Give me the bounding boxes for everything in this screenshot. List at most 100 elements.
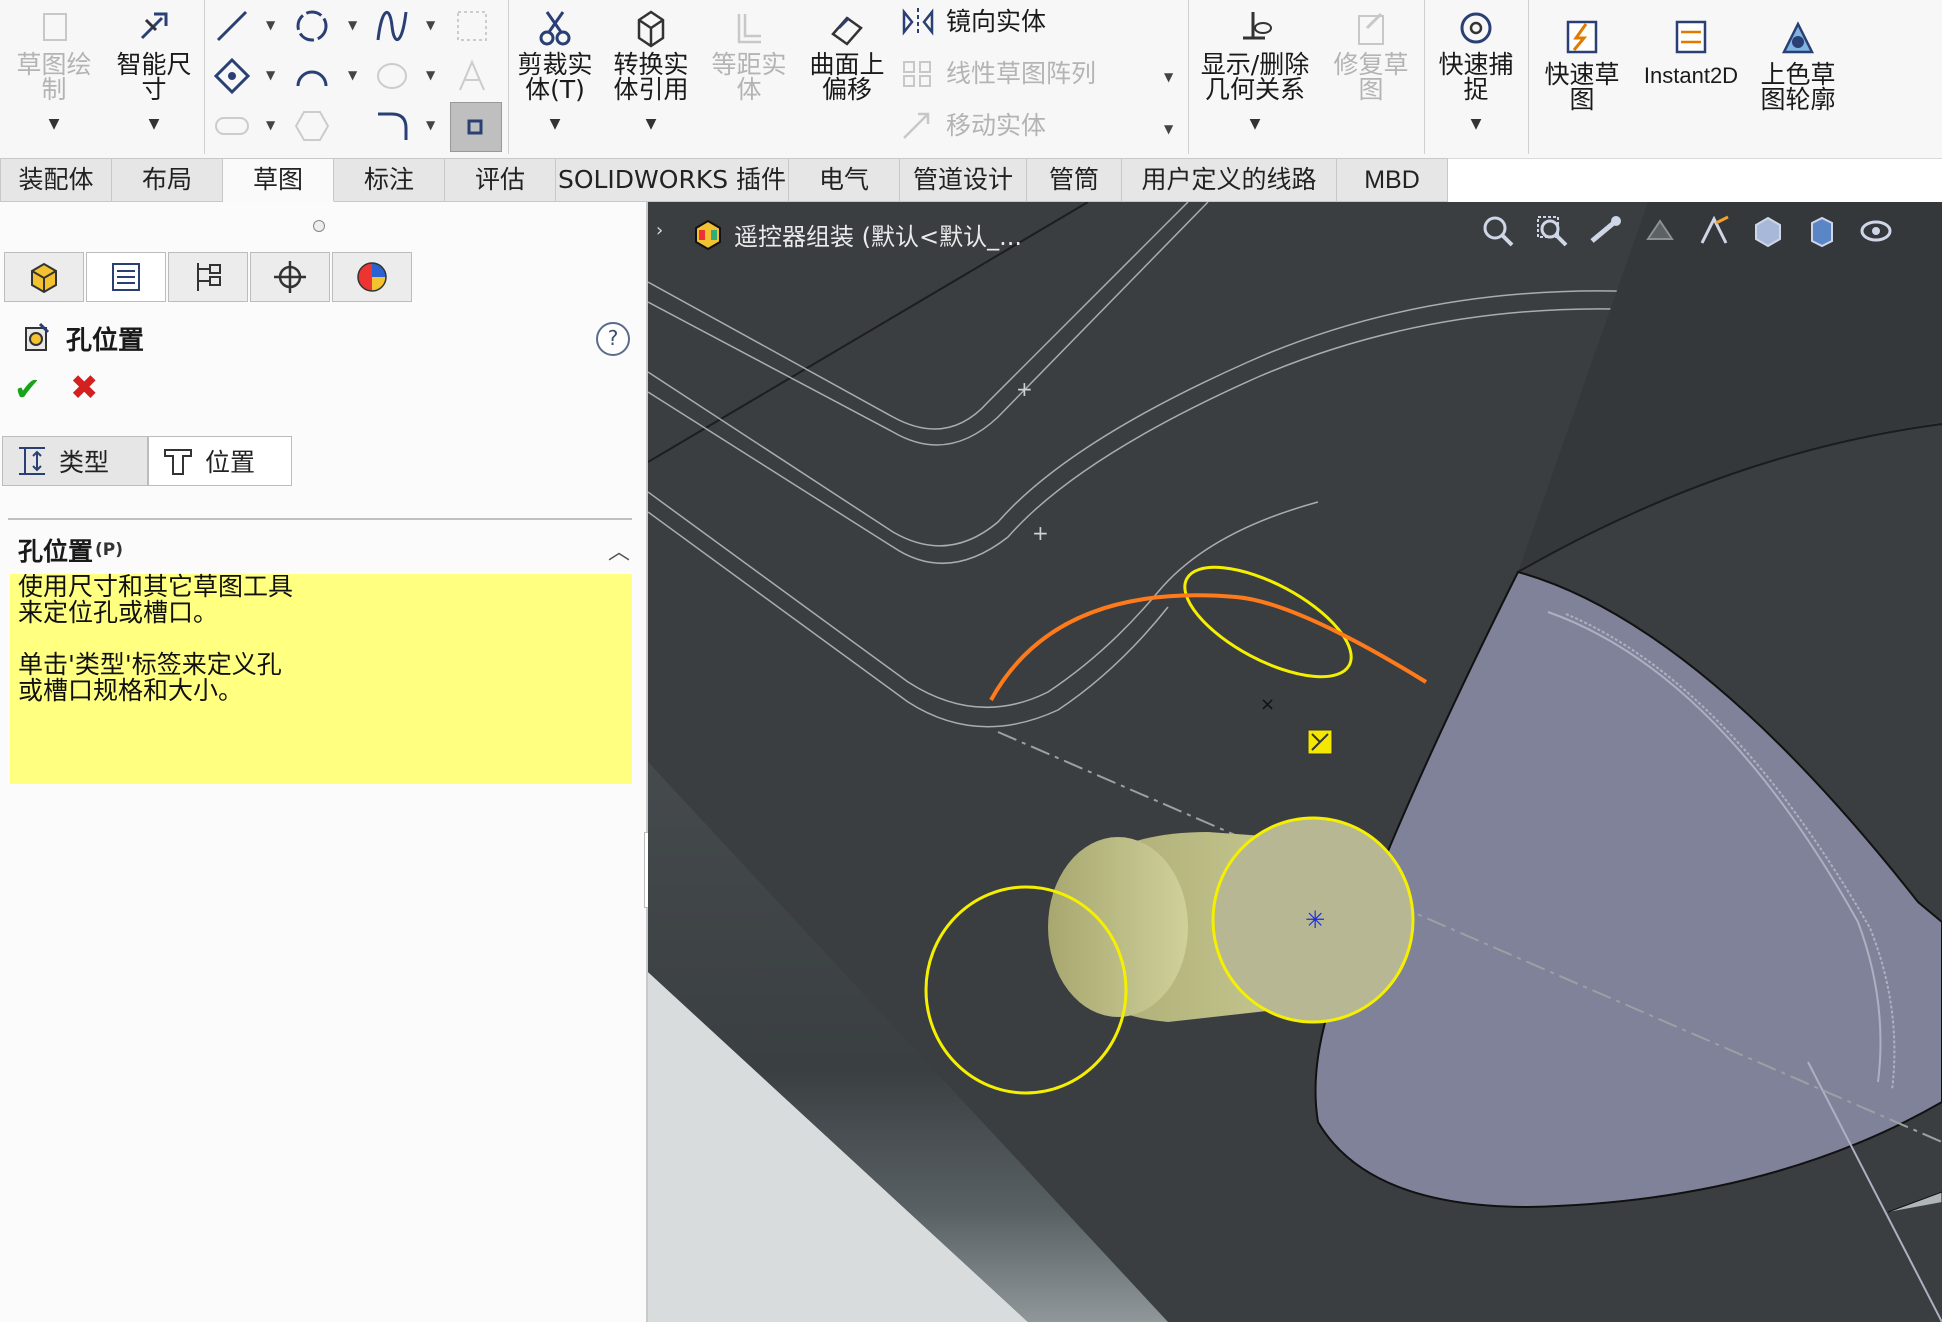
tab-type[interactable]: 类型 — [2, 436, 148, 486]
quick-snap-button[interactable]: 快速捕 捉 ▼ — [1430, 8, 1522, 137]
chevron-down-icon[interactable]: ▼ — [1430, 112, 1522, 137]
chevron-down-icon[interactable]: ▼ — [512, 112, 598, 137]
grid-tool[interactable] — [452, 6, 498, 46]
chevron-down-icon[interactable]: ▼ — [426, 18, 435, 32]
fillet-tool[interactable] — [372, 106, 418, 146]
model-scene[interactable]: + + ✳ × — [648, 202, 1942, 1322]
mirror-entities-button[interactable]: 镜向实体 — [900, 6, 1046, 38]
tab-layout[interactable]: 布局 — [112, 158, 223, 202]
line-tool[interactable] — [212, 6, 258, 46]
chevron-up-icon[interactable]: ︿ — [608, 534, 630, 566]
smart-dimension-button[interactable]: 智能尺 寸 ▼ — [108, 8, 200, 137]
chevron-down-icon[interactable]: ▼ — [348, 18, 357, 32]
zoom-to-area-button[interactable] — [1532, 210, 1572, 252]
message-box: 使用尺寸和其它草图工具 来定位孔或槽口。 单击'类型'标签来定义孔 或槽口规格和… — [10, 574, 632, 784]
tab-feature-manager[interactable] — [4, 252, 84, 302]
convert-entities-button[interactable]: 转换实 体引用 ▼ — [608, 8, 694, 137]
scissors-icon — [539, 11, 571, 46]
section-view-icon — [1646, 219, 1674, 240]
tab-mbd[interactable]: MBD — [1337, 158, 1448, 202]
chevron-down-icon[interactable]: ▼ — [426, 118, 435, 132]
chevron-down-icon[interactable]: ▼ — [108, 112, 200, 137]
text-tool[interactable] — [452, 56, 498, 96]
eye-icon — [1860, 220, 1892, 242]
linear-pattern-icon — [903, 61, 931, 87]
page-title: 孔位置 — [66, 325, 145, 356]
offset-entities-button[interactable]: 等距实 体 — [706, 8, 792, 102]
tab-sketch[interactable]: 草图 — [223, 158, 334, 202]
tab-solidworks-addins[interactable]: SOLIDWORKS 插件 — [556, 158, 789, 202]
shaded-sketch-contours-button[interactable]: 上色草 图轮廓 — [1752, 18, 1844, 112]
tab-electrical[interactable]: 电气 — [789, 158, 900, 202]
ellipse-tool[interactable] — [372, 56, 418, 96]
slot-tool[interactable] — [212, 106, 258, 146]
move-entities-label: 移动实体 — [946, 111, 1047, 140]
spline-tool[interactable] — [372, 6, 418, 46]
display-style-button[interactable] — [1802, 210, 1842, 252]
hide-show-button[interactable] — [1856, 210, 1896, 252]
ellipse-icon — [377, 63, 407, 89]
dynamic-annotation-button[interactable] — [1694, 210, 1734, 252]
hole-position-section-header[interactable]: 孔位置 (P) ︿ — [18, 530, 630, 570]
chevron-down-icon[interactable]: ▼ — [266, 18, 275, 32]
trim-entities-button[interactable]: 剪裁实 体(T) ▼ — [512, 8, 598, 137]
message-line: 来定位孔或槽口。 — [18, 598, 219, 627]
arc-tool[interactable] — [292, 56, 338, 96]
tab-assembly[interactable]: 装配体 — [0, 158, 112, 202]
document-breadcrumb[interactable]: 遥控器组装 (默认<默认_... — [690, 216, 1022, 252]
view-cube-icon — [1755, 216, 1781, 248]
section-title: 孔位置 — [18, 537, 94, 566]
linear-pattern-button[interactable]: 线性草图阵列 — [900, 58, 1096, 90]
chevron-down-icon[interactable]: ▼ — [1164, 70, 1173, 84]
quick-snap-label: 快速捕 捉 — [1438, 50, 1514, 104]
sketch-draw-button[interactable]: 草图绘 制 ▼ — [8, 8, 100, 137]
pane-grip[interactable] — [313, 220, 325, 232]
construction-geometry-toggle[interactable] — [450, 102, 502, 152]
repair-sketch-button[interactable]: 修复草 图 — [1326, 8, 1416, 102]
hexagon-icon — [294, 111, 330, 141]
tab-evaluate[interactable]: 评估 — [445, 158, 556, 202]
chevron-down-icon[interactable]: ▼ — [266, 68, 275, 82]
circle-tool[interactable] — [292, 6, 338, 46]
chevron-down-icon[interactable]: ▼ — [348, 68, 357, 82]
tab-property-manager[interactable] — [86, 252, 166, 302]
zoom-to-fit-button[interactable] — [1478, 210, 1518, 252]
rapid-sketch-button[interactable]: 快速草 图 — [1536, 18, 1628, 112]
tab-position[interactable]: 位置 — [148, 436, 292, 486]
tab-display-manager[interactable] — [332, 252, 412, 302]
tab-dimxpert-manager[interactable] — [250, 252, 330, 302]
graphics-viewport[interactable]: + + ✳ × — [648, 202, 1942, 1322]
previous-view-button[interactable] — [1586, 210, 1626, 252]
view-orientation-button[interactable] — [1748, 210, 1788, 252]
section-view-button[interactable] — [1640, 210, 1680, 252]
polygon-tool[interactable] — [292, 106, 338, 146]
ok-button[interactable]: ✔ — [14, 370, 41, 408]
sketch-draw-label: 草图绘 制 — [16, 50, 92, 104]
tab-markup[interactable]: 标注 — [334, 158, 445, 202]
chevron-down-icon[interactable]: ▼ — [1196, 112, 1314, 137]
tab-user-defined-routing[interactable]: 用户定义的线路 — [1122, 158, 1337, 202]
chevron-down-icon[interactable]: ▼ — [266, 118, 275, 132]
tab-tubing[interactable]: 管筒 — [1027, 158, 1122, 202]
tab-configuration-manager[interactable] — [168, 252, 248, 302]
type-icon — [19, 447, 45, 475]
ribbon-separator — [508, 0, 509, 154]
chevron-right-icon[interactable]: › — [656, 220, 663, 241]
tab-type-label: 类型 — [59, 448, 110, 477]
relations-icon — [1243, 12, 1272, 40]
ribbon-separator — [204, 0, 205, 154]
help-button[interactable]: ? — [596, 322, 630, 356]
surface-offset-button[interactable]: 曲面上 偏移 — [804, 8, 890, 102]
chevron-down-icon[interactable]: ▼ — [1164, 122, 1173, 136]
move-entities-button[interactable]: 移动实体 — [900, 110, 1046, 142]
surface-offset-label: 曲面上 偏移 — [809, 50, 885, 104]
rectangle-tool[interactable] — [212, 56, 258, 96]
tab-piping[interactable]: 管道设计 — [900, 158, 1027, 202]
chevron-down-icon[interactable]: ▼ — [426, 68, 435, 82]
cancel-button[interactable]: ✖ — [70, 368, 99, 408]
instant2d-button[interactable]: Instant2D — [1636, 18, 1746, 88]
chevron-down-icon[interactable]: ▼ — [608, 112, 694, 137]
chevron-down-icon[interactable]: ▼ — [8, 112, 100, 137]
hole-subtabs: 类型 位置 — [2, 436, 292, 486]
display-delete-relations-button[interactable]: 显示/删除 几何关系 ▼ — [1196, 8, 1314, 137]
